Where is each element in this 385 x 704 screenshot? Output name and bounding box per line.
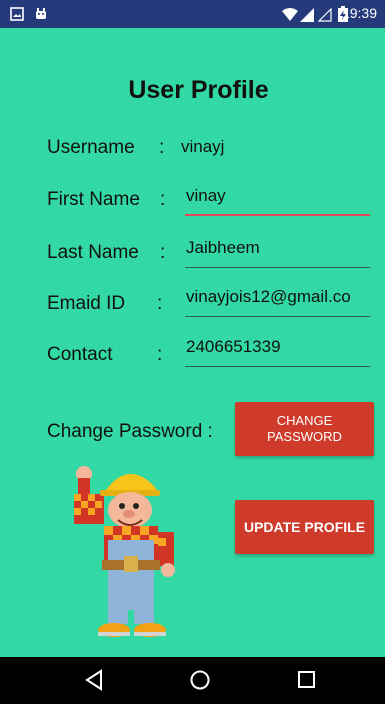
app-screen: 19:39 User Profile Username : vinayj Fir… [0, 0, 385, 704]
navigation-bar [0, 657, 385, 704]
page-title: User Profile [128, 76, 269, 104]
builder-illustration [74, 466, 175, 637]
home-icon[interactable] [189, 669, 211, 695]
email-field[interactable]: vinayjois12@gmail.co [185, 287, 370, 317]
back-icon[interactable] [84, 669, 104, 695]
recents-icon[interactable] [296, 669, 316, 695]
wifi-icon [282, 7, 298, 26]
change-password-label: Change Password : [47, 421, 213, 442]
status-bar: 19:39 [0, 0, 385, 28]
change-password-button-line2: PASSWORD [267, 429, 342, 444]
email-label: Emaid ID [47, 293, 126, 314]
contact-field[interactable]: 2406651339 [185, 337, 370, 367]
username-colon: : [159, 137, 165, 158]
email-colon: : [157, 293, 163, 314]
change-password-button[interactable]: CHANGE PASSWORD [235, 402, 374, 456]
username-value: vinayj [181, 137, 225, 156]
first-name-field[interactable]: vinay [185, 186, 370, 216]
username-label: Username [47, 137, 135, 158]
first-name-label: First Name [47, 189, 140, 210]
last-name-colon: : [160, 242, 166, 263]
contact-label: Contact [47, 344, 113, 365]
update-profile-button[interactable]: UPDATE PROFILE [235, 500, 374, 554]
signal-empty-icon [317, 7, 332, 26]
change-password-button-line1: CHANGE [276, 413, 333, 428]
last-name-field[interactable]: Jaibheem [185, 238, 370, 268]
android-icon [34, 6, 48, 25]
contact-colon: : [157, 344, 163, 365]
gallery-icon [10, 6, 24, 25]
signal-icon [300, 7, 314, 26]
status-time: 19:39 [341, 5, 377, 21]
first-name-colon: : [160, 189, 166, 210]
last-name-label: Last Name [47, 242, 139, 263]
